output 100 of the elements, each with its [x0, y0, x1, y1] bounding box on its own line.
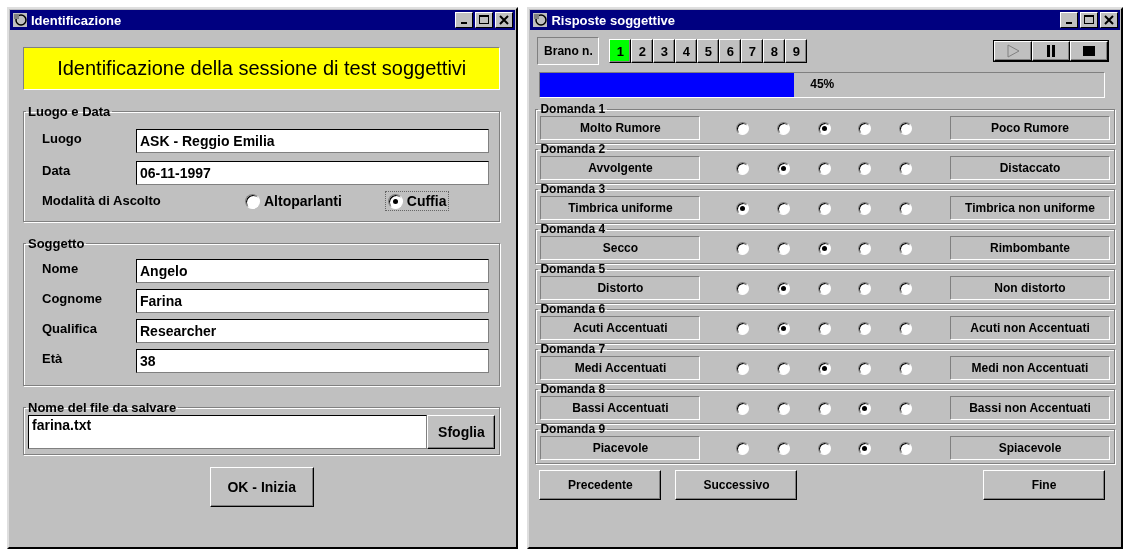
field-label: Modalità di Ascolto — [41, 193, 162, 208]
minimize-icon — [1066, 22, 1072, 24]
radio-option[interactable]: Altoparlanti — [242, 191, 345, 211]
track-button[interactable]: 3 — [653, 39, 676, 63]
app-icon — [12, 12, 28, 28]
radio-button[interactable] — [858, 441, 872, 455]
radio-button[interactable] — [736, 281, 750, 295]
field-label: Età — [41, 351, 64, 366]
radio-button[interactable] — [817, 321, 831, 335]
radio-button[interactable] — [817, 201, 831, 215]
radio-button[interactable] — [736, 401, 750, 415]
nav-button[interactable]: Precedente — [539, 470, 662, 500]
question-title: Domanda 1 — [539, 103, 607, 116]
stop-button[interactable] — [1070, 41, 1108, 61]
scale-label: Acuti non Accentuati — [950, 316, 1110, 340]
field-label: Luogo — [41, 131, 83, 146]
input-field[interactable]: Angelo — [136, 259, 490, 283]
question-title: Domanda 5 — [539, 263, 607, 276]
field-label: Data — [41, 163, 72, 178]
input-field[interactable]: ASK - Reggio Emilia — [136, 129, 490, 153]
scale-label: Bassi Accentuati — [540, 396, 701, 420]
radio-button[interactable] — [817, 361, 831, 375]
radio-button[interactable] — [777, 121, 791, 135]
radio-button[interactable] — [817, 281, 831, 295]
question-title: Domanda 9 — [539, 423, 607, 436]
scale-label: Spiacevole — [950, 436, 1110, 460]
nav-button[interactable]: Fine — [983, 470, 1105, 500]
question-title: Domanda 4 — [539, 223, 607, 236]
maximize-icon — [1084, 15, 1094, 25]
minimize-icon — [461, 22, 468, 24]
track-button[interactable]: 9 — [785, 39, 808, 63]
radio-button[interactable] — [898, 361, 912, 375]
scale-label: Acuti Accentuati — [540, 316, 701, 340]
radio-button[interactable] — [858, 161, 872, 175]
scale-label: Distaccato — [950, 156, 1110, 180]
scale-label: Bassi non Accentuati — [950, 396, 1110, 420]
input-field[interactable]: 06-11-1997 — [136, 161, 490, 185]
window-title: Identificazione — [31, 12, 123, 28]
minimize-button[interactable] — [455, 12, 474, 28]
input-field[interactable]: farina.txt — [28, 415, 428, 449]
question-title: Domanda 8 — [539, 383, 607, 396]
pause-button[interactable] — [1032, 41, 1070, 61]
radio-button[interactable] — [858, 321, 872, 335]
scale-label: Medi Accentuati — [540, 356, 701, 380]
radio-button[interactable] — [817, 441, 831, 455]
scale-label: Timbrica uniforme — [540, 196, 701, 220]
scale-label: Medi non Accentuati — [950, 356, 1110, 380]
window-title: Risposte soggettive — [551, 12, 676, 28]
track-button[interactable]: 2 — [631, 39, 654, 63]
group-title: Luogo e Data — [27, 104, 112, 119]
stop-icon — [1081, 44, 1097, 58]
close-button[interactable] — [495, 12, 514, 28]
scale-label: Piacevole — [540, 436, 701, 460]
scale-label: Timbrica non uniforme — [950, 196, 1110, 220]
radio-button[interactable] — [817, 161, 831, 175]
minimize-button[interactable] — [1060, 12, 1078, 28]
close-button[interactable] — [1100, 12, 1118, 28]
radio-button[interactable] — [858, 361, 872, 375]
nav-button[interactable]: Successivo — [675, 470, 798, 500]
browse-button[interactable]: Sfoglia — [427, 415, 496, 449]
radio-button[interactable] — [777, 281, 791, 295]
track-button[interactable]: 5 — [697, 39, 720, 63]
radio-button[interactable] — [898, 121, 912, 135]
input-field[interactable]: Farina — [136, 289, 490, 313]
close-icon — [499, 15, 510, 25]
radio-button[interactable] — [858, 241, 872, 255]
track-label: Brano n. — [537, 37, 600, 65]
group-title: Nome del file da salvare — [27, 400, 178, 415]
question-title: Domanda 6 — [539, 303, 607, 316]
radio-option[interactable]: Cuffia — [384, 191, 450, 211]
track-button[interactable]: 7 — [741, 39, 764, 63]
radio-button[interactable] — [777, 321, 791, 335]
play-icon — [1005, 44, 1021, 58]
radio-button[interactable] — [898, 441, 912, 455]
scale-label: Rimbombante — [950, 236, 1110, 260]
radio-button[interactable] — [736, 241, 750, 255]
track-button[interactable]: 8 — [763, 39, 786, 63]
scale-label: Secco — [540, 236, 701, 260]
radio-button[interactable] — [858, 281, 872, 295]
radio-button[interactable] — [736, 121, 750, 135]
radio-button[interactable] — [858, 201, 872, 215]
field-label: Nome — [41, 261, 80, 276]
maximize-button[interactable] — [475, 12, 494, 28]
radio-button[interactable] — [777, 401, 791, 415]
scale-label: Distorto — [540, 276, 701, 300]
track-button[interactable]: 1 — [609, 39, 632, 63]
question-title: Domanda 2 — [539, 143, 607, 156]
input-field[interactable]: Researcher — [136, 319, 490, 343]
radio-button[interactable] — [777, 361, 791, 375]
progress-reading: 45% — [809, 77, 836, 91]
ok-button[interactable]: OK - Inizia — [209, 467, 314, 507]
track-button[interactable]: 6 — [719, 39, 742, 63]
radio-button[interactable] — [898, 201, 912, 215]
field-label: Cognome — [41, 291, 103, 306]
maximize-button[interactable] — [1080, 12, 1098, 28]
scale-label: Poco Rumore — [950, 116, 1110, 140]
radio-button[interactable] — [736, 161, 750, 175]
scale-label: Avvolgente — [540, 156, 701, 180]
input-field[interactable]: 38 — [136, 349, 490, 373]
track-button[interactable]: 4 — [675, 39, 698, 63]
